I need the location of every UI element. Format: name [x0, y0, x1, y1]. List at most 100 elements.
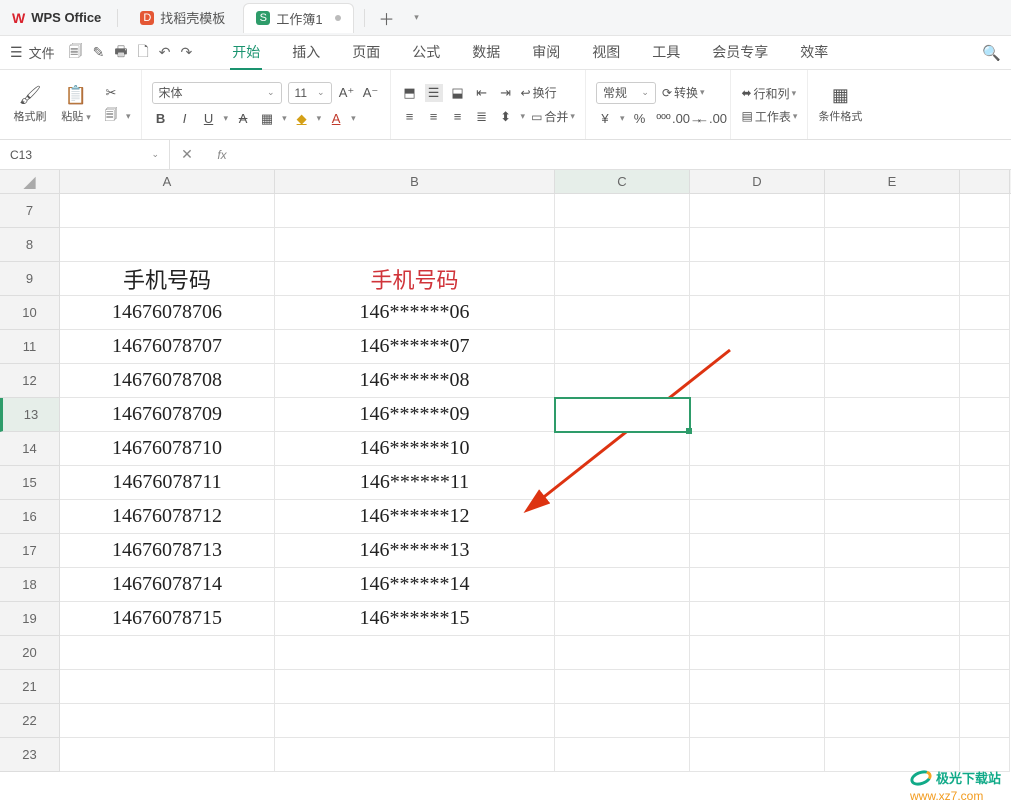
- font-name-select[interactable]: 宋体⌄: [152, 82, 282, 104]
- cell-D7[interactable]: [690, 194, 825, 228]
- cell-B11[interactable]: 146******07: [275, 330, 555, 364]
- row-header[interactable]: 23: [0, 738, 60, 772]
- save-icon[interactable]: 🗐: [69, 41, 83, 65]
- borders-icon[interactable]: ▦: [258, 110, 276, 128]
- cell-A19[interactable]: 14676078715: [60, 602, 275, 636]
- cell-C8[interactable]: [555, 228, 690, 262]
- cell-D9[interactable]: [690, 262, 825, 296]
- cell-F14[interactable]: [960, 432, 1010, 466]
- tab-tools[interactable]: 工具: [650, 36, 682, 70]
- align-left-icon[interactable]: ≡: [401, 108, 419, 126]
- decrease-decimal-icon[interactable]: .00→: [678, 110, 696, 128]
- row-header[interactable]: 8: [0, 228, 60, 262]
- cell-B14[interactable]: 146******10: [275, 432, 555, 466]
- row-header[interactable]: 10: [0, 296, 60, 330]
- cell-A16[interactable]: 14676078712: [60, 500, 275, 534]
- number-format-select[interactable]: 常规⌄: [596, 82, 656, 104]
- cell-B23[interactable]: [275, 738, 555, 772]
- cell-D17[interactable]: [690, 534, 825, 568]
- cell-E16[interactable]: [825, 500, 960, 534]
- format-painter-button[interactable]: 🖌 格式刷: [10, 85, 50, 124]
- cell-E10[interactable]: [825, 296, 960, 330]
- cell-C9[interactable]: [555, 262, 690, 296]
- col-header-d[interactable]: D: [690, 170, 825, 193]
- cell-A11[interactable]: 14676078707: [60, 330, 275, 364]
- print-icon[interactable]: 🖶: [114, 41, 127, 65]
- cell-C14[interactable]: [555, 432, 690, 466]
- tab-formula[interactable]: 公式: [410, 36, 442, 70]
- font-size-select[interactable]: 11⌄: [288, 82, 332, 104]
- strikethrough-icon[interactable]: A: [234, 110, 252, 128]
- cell-F7[interactable]: [960, 194, 1010, 228]
- tab-review[interactable]: 审阅: [530, 36, 562, 70]
- export-icon[interactable]: ✎: [93, 44, 105, 61]
- justify-icon[interactable]: ≣: [473, 108, 491, 126]
- cell-E21[interactable]: [825, 670, 960, 704]
- cell-F20[interactable]: [960, 636, 1010, 670]
- cell-F15[interactable]: [960, 466, 1010, 500]
- col-header-b[interactable]: B: [275, 170, 555, 193]
- indent-right-icon[interactable]: ⇥: [497, 84, 515, 102]
- col-header-c[interactable]: C: [555, 170, 690, 193]
- cell-C11[interactable]: [555, 330, 690, 364]
- cell-D15[interactable]: [690, 466, 825, 500]
- cell-C10[interactable]: [555, 296, 690, 330]
- conditional-format-button[interactable]: ▦ 条件格式: [818, 85, 862, 124]
- cell-A8[interactable]: [60, 228, 275, 262]
- cell-F19[interactable]: [960, 602, 1010, 636]
- tab-member[interactable]: 会员专享: [710, 36, 770, 70]
- cell-B7[interactable]: [275, 194, 555, 228]
- col-header-f[interactable]: [960, 170, 1010, 193]
- cell-E18[interactable]: [825, 568, 960, 602]
- increase-decimal-icon[interactable]: ←.00: [702, 110, 720, 128]
- cell-B10[interactable]: 146******06: [275, 296, 555, 330]
- cell-D8[interactable]: [690, 228, 825, 262]
- file-menu[interactable]: 文件: [29, 43, 55, 62]
- row-header[interactable]: 12: [0, 364, 60, 398]
- search-icon[interactable]: 🔍: [982, 44, 1001, 62]
- cell-B17[interactable]: 146******13: [275, 534, 555, 568]
- tab-workbook[interactable]: S 工作簿1: [243, 3, 353, 33]
- cell-D14[interactable]: [690, 432, 825, 466]
- comma-icon[interactable]: ººº: [654, 110, 672, 128]
- cell-C22[interactable]: [555, 704, 690, 738]
- cell-F8[interactable]: [960, 228, 1010, 262]
- paste-button[interactable]: 📋 粘贴 ▾: [56, 85, 96, 124]
- cell-D21[interactable]: [690, 670, 825, 704]
- align-center-icon[interactable]: ≡: [425, 108, 443, 126]
- cell-C23[interactable]: [555, 738, 690, 772]
- cell-F13[interactable]: [960, 398, 1010, 432]
- cell-E22[interactable]: [825, 704, 960, 738]
- cell-A12[interactable]: 14676078708: [60, 364, 275, 398]
- cancel-fx-button[interactable]: ✕: [170, 140, 204, 169]
- cell-E12[interactable]: [825, 364, 960, 398]
- cell-F18[interactable]: [960, 568, 1010, 602]
- row-header[interactable]: 14: [0, 432, 60, 466]
- cell-A15[interactable]: 14676078711: [60, 466, 275, 500]
- cell-E15[interactable]: [825, 466, 960, 500]
- cell-E14[interactable]: [825, 432, 960, 466]
- copy-icon[interactable]: 🗐: [102, 108, 120, 126]
- cell-A22[interactable]: [60, 704, 275, 738]
- percent-icon[interactable]: %: [630, 110, 648, 128]
- hamburger-icon[interactable]: ☰: [10, 44, 23, 61]
- cell-F9[interactable]: [960, 262, 1010, 296]
- italic-icon[interactable]: I: [176, 110, 194, 128]
- row-header[interactable]: 9: [0, 262, 60, 296]
- cell-C20[interactable]: [555, 636, 690, 670]
- col-header-a[interactable]: A: [60, 170, 275, 193]
- orientation-icon[interactable]: ⬍: [497, 108, 515, 126]
- worksheet-button[interactable]: ▤ 工作表 ▾: [741, 108, 797, 125]
- cell-A10[interactable]: 14676078706: [60, 296, 275, 330]
- cut-icon[interactable]: ✂: [102, 84, 120, 102]
- underline-icon[interactable]: U: [200, 110, 218, 128]
- cell-F21[interactable]: [960, 670, 1010, 704]
- fill-color-icon[interactable]: ◆: [293, 110, 311, 128]
- cell-B16[interactable]: 146******12: [275, 500, 555, 534]
- increase-font-icon[interactable]: A⁺: [338, 84, 356, 102]
- row-header[interactable]: 21: [0, 670, 60, 704]
- cell-F23[interactable]: [960, 738, 1010, 772]
- col-header-e[interactable]: E: [825, 170, 960, 193]
- cell-B21[interactable]: [275, 670, 555, 704]
- cell-F16[interactable]: [960, 500, 1010, 534]
